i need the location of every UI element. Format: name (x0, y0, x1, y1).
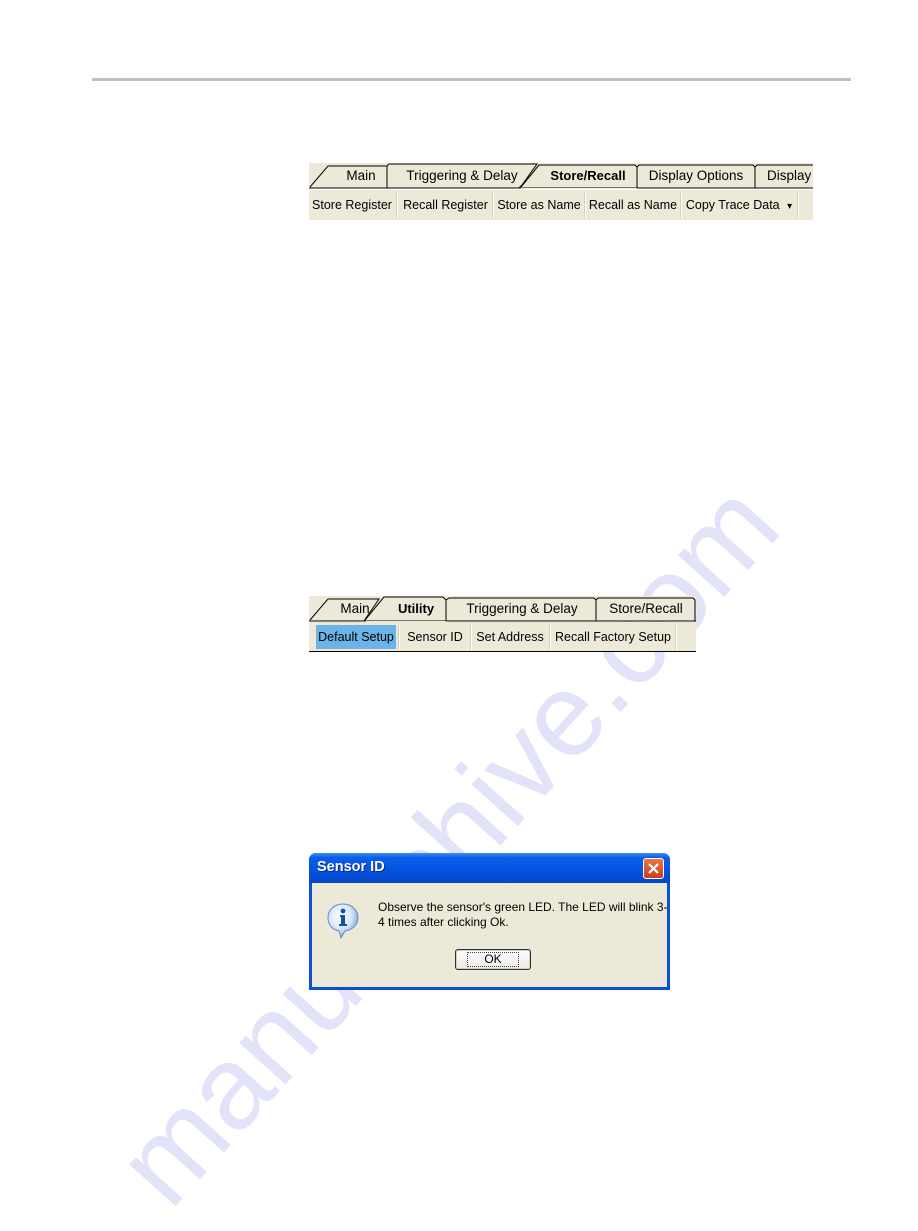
store-as-name-button[interactable]: Store as Name (494, 190, 584, 220)
copy-trace-data-label: Copy Trace Data (685, 198, 780, 212)
tab-main[interactable]: Main (333, 601, 377, 616)
dialog-body: Observe the sensor's green LED. The LED … (312, 883, 668, 987)
utility-tab-bar: Main Utility Triggering & Delay Store/Re… (309, 596, 696, 622)
store-register-button[interactable]: Store Register (309, 190, 395, 220)
tab-display-options[interactable]: Display Options (639, 168, 753, 183)
tab-triggering-delay[interactable]: Triggering & Delay (449, 601, 595, 616)
sensor-id-dialog: Sensor ID Observe the sensor's green LED… (309, 853, 670, 990)
utility-ribbon: Default Setup Sensor ID Set Address Reca… (309, 622, 696, 652)
tab-store-recall[interactable]: Store/Recall (598, 601, 694, 616)
dialog-message: Observe the sensor's green LED. The LED … (378, 900, 668, 929)
watermark: manualshive.com (91, 458, 804, 1230)
info-icon (327, 903, 359, 940)
tab-utility[interactable]: Utility (387, 601, 445, 616)
separator (675, 625, 677, 650)
recall-factory-setup-button[interactable]: Recall Factory Setup (551, 622, 675, 652)
tab-store-recall[interactable]: Store/Recall (541, 168, 635, 183)
tab-triggering-delay[interactable]: Triggering & Delay (397, 168, 527, 183)
copy-trace-data-button[interactable]: Copy Trace Data ▾ (682, 190, 796, 220)
ok-button-label: OK (467, 952, 519, 967)
sensor-id-button[interactable]: Sensor ID (400, 622, 470, 652)
close-button[interactable] (643, 858, 664, 879)
dialog-title: Sensor ID (317, 859, 385, 875)
set-address-button[interactable]: Set Address (472, 622, 548, 652)
ok-button[interactable]: OK (455, 949, 531, 970)
page-header-rule (92, 78, 851, 81)
store-recall-tab-bar: Main Triggering & Delay Store/Recall Dis… (309, 163, 813, 189)
tab-display[interactable]: Display (759, 168, 813, 183)
chevron-down-icon: ▾ (787, 201, 793, 212)
default-setup-button[interactable]: Default Setup (316, 625, 396, 649)
dialog-title-bar[interactable]: Sensor ID (309, 853, 670, 883)
recall-register-button[interactable]: Recall Register (398, 190, 493, 220)
store-recall-ribbon: Store Register Recall Register Store as … (309, 190, 813, 220)
tab-main[interactable]: Main (337, 168, 385, 183)
recall-as-name-button[interactable]: Recall as Name (586, 190, 680, 220)
separator (797, 193, 799, 218)
close-icon (648, 863, 659, 874)
